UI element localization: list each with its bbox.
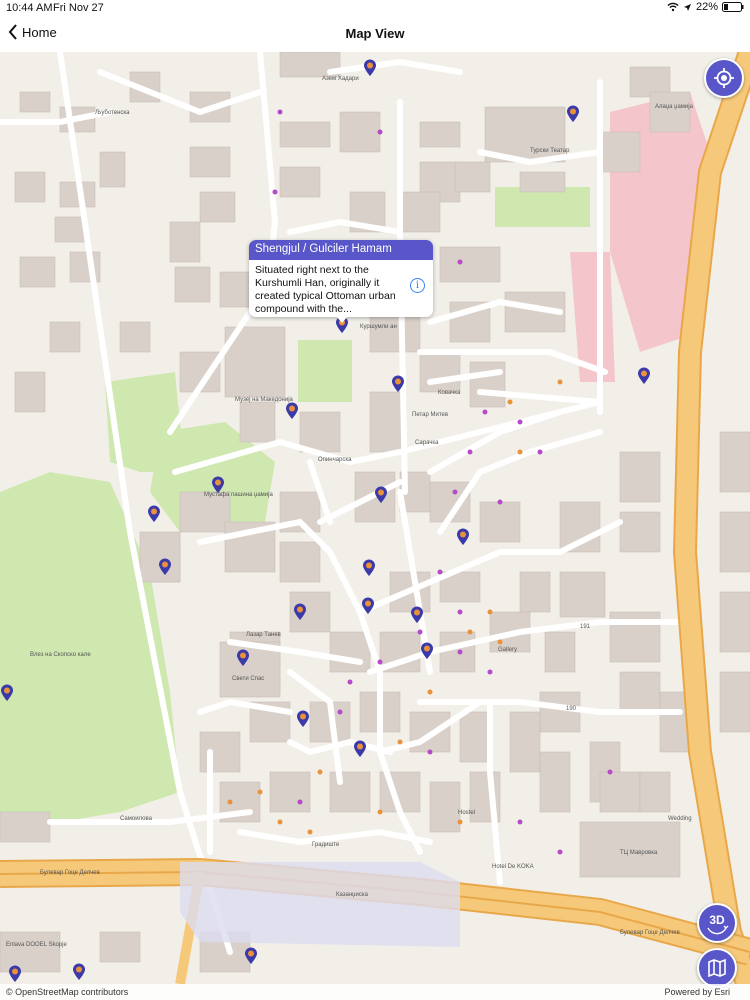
label-bulevar-goce-delcev: Булевар Гоце Делчев xyxy=(40,870,100,876)
map-pin[interactable] xyxy=(296,710,310,728)
battery-percent: 22% xyxy=(695,1,718,13)
pin-icon xyxy=(1,684,13,701)
label-gallery: Gallery xyxy=(498,647,518,653)
pin-icon xyxy=(9,965,21,982)
label-lubotenska: Љуботенска xyxy=(95,110,130,116)
label-bulevar-goce-delcev-2: Булевар Гоце Делчев xyxy=(620,930,680,936)
park-plaza xyxy=(298,340,352,402)
esri-attribution: Powered by Esri xyxy=(664,987,730,997)
status-right: 22% xyxy=(667,1,744,13)
map-pin[interactable] xyxy=(147,505,161,523)
locate-me-button[interactable] xyxy=(704,58,744,98)
map-pin[interactable] xyxy=(566,105,580,123)
map-pin[interactable] xyxy=(374,486,388,504)
location-arrow-icon xyxy=(683,3,691,11)
osm-attribution: © OpenStreetMap contributors xyxy=(6,987,129,997)
park-east xyxy=(495,187,590,227)
three-d-label: 3D xyxy=(709,913,725,927)
place-callout[interactable]: Shengjul / Gulciler Hamam Situated right… xyxy=(249,240,433,317)
label-tc-mavrovka: ТЦ Мавровка xyxy=(620,850,658,856)
label-turski-teatar: Турски Театар xyxy=(530,148,570,154)
status-date: Fri Nov 27 xyxy=(53,2,104,14)
label-saracka: Сарачка xyxy=(415,440,439,446)
map-pin[interactable] xyxy=(0,684,14,702)
map-view[interactable]: Азем Хадари Љуботенска Турски Театар Ала… xyxy=(0,52,750,984)
pin-icon xyxy=(286,402,298,419)
label-191: 191 xyxy=(580,624,591,630)
navigation-bar: Home Map View xyxy=(0,16,750,53)
map-pin[interactable] xyxy=(285,402,299,420)
label-gradishte: Градиште xyxy=(312,842,340,848)
label-azem-hadari: Азем Хадари xyxy=(322,76,359,82)
map-pin[interactable] xyxy=(236,649,250,667)
pin-icon xyxy=(364,59,376,76)
label-190: 190 xyxy=(566,706,577,712)
label-opincharska: Опинчарска xyxy=(318,457,352,463)
pin-icon xyxy=(363,559,375,576)
basemap-button[interactable] xyxy=(697,948,737,988)
pin-icon xyxy=(73,963,85,980)
pin-icon xyxy=(411,606,423,623)
map-pin[interactable] xyxy=(420,642,434,660)
callout-description: Situated right next to the Kurshumli Han… xyxy=(255,264,396,315)
map-pin[interactable] xyxy=(410,606,424,624)
pin-icon xyxy=(237,649,249,666)
map-icon xyxy=(708,958,726,978)
callout-title: Shengjul / Gulciler Hamam xyxy=(249,240,433,260)
wifi-icon xyxy=(667,2,679,12)
map-pin[interactable] xyxy=(353,740,367,758)
pin-icon xyxy=(375,486,387,503)
pin-icon xyxy=(148,505,160,522)
callout-tail xyxy=(336,316,348,323)
label-vlez-kale: Влез на Скопско кале xyxy=(30,652,91,658)
pin-icon xyxy=(362,597,374,614)
map-pin[interactable] xyxy=(244,947,258,965)
pedestrian-plaza xyxy=(180,862,460,947)
map-attribution: © OpenStreetMap contributors Powered by … xyxy=(0,984,750,1000)
map-pin[interactable] xyxy=(456,528,470,546)
label-enlava-dooel: Enlava DOOEL Skopje xyxy=(6,942,67,948)
pin-icon xyxy=(297,710,309,727)
label-kurshumli-an: Куршумли ан xyxy=(360,324,397,330)
pin-icon xyxy=(457,528,469,545)
pin-icon xyxy=(212,476,224,493)
map-pin[interactable] xyxy=(361,597,375,615)
map-pin[interactable] xyxy=(362,559,376,577)
pin-icon xyxy=(354,740,366,757)
label-kazandziska: Казанџиска xyxy=(336,892,368,898)
info-icon[interactable]: i xyxy=(410,278,425,293)
page-title: Map View xyxy=(345,26,405,41)
pin-icon xyxy=(159,558,171,575)
map-pin[interactable] xyxy=(391,375,405,393)
crosshair-icon xyxy=(714,68,734,88)
map-pin[interactable] xyxy=(72,963,86,981)
map-canvas[interactable] xyxy=(0,52,750,984)
label-sveti-spas: Свети Спас xyxy=(232,676,265,682)
pin-icon xyxy=(638,367,650,384)
label-hotel-de-koka: Hotel De KOKA xyxy=(492,864,534,870)
label-hostel: Hostel xyxy=(458,810,476,816)
map-pin[interactable] xyxy=(211,476,225,494)
map-pin[interactable] xyxy=(363,59,377,77)
label-kovacka: Ковачка xyxy=(438,390,461,396)
label-lazar-tanev: Лазар Танев xyxy=(246,632,281,638)
status-bar: 10:44 AM Fri Nov 27 22% xyxy=(0,0,750,16)
label-samoilova: Самоилова xyxy=(120,816,152,822)
map-pin[interactable] xyxy=(293,603,307,621)
pin-icon xyxy=(567,105,579,122)
label-alaca-dzamija: Алаџа џамија xyxy=(655,104,693,110)
pin-icon xyxy=(245,947,257,964)
map-pin[interactable] xyxy=(158,558,172,576)
three-d-toggle-button[interactable]: 3D xyxy=(697,903,737,943)
pin-icon xyxy=(421,642,433,659)
map-pin[interactable] xyxy=(637,367,651,385)
status-time: 10:44 AM xyxy=(6,2,53,14)
label-petar-mitev: Петар Митев xyxy=(412,412,449,418)
pin-icon xyxy=(392,375,404,392)
pin-icon xyxy=(294,603,306,620)
map-pin[interactable] xyxy=(8,965,22,983)
battery-icon xyxy=(722,2,744,12)
label-wedding: Wedding xyxy=(668,816,692,822)
